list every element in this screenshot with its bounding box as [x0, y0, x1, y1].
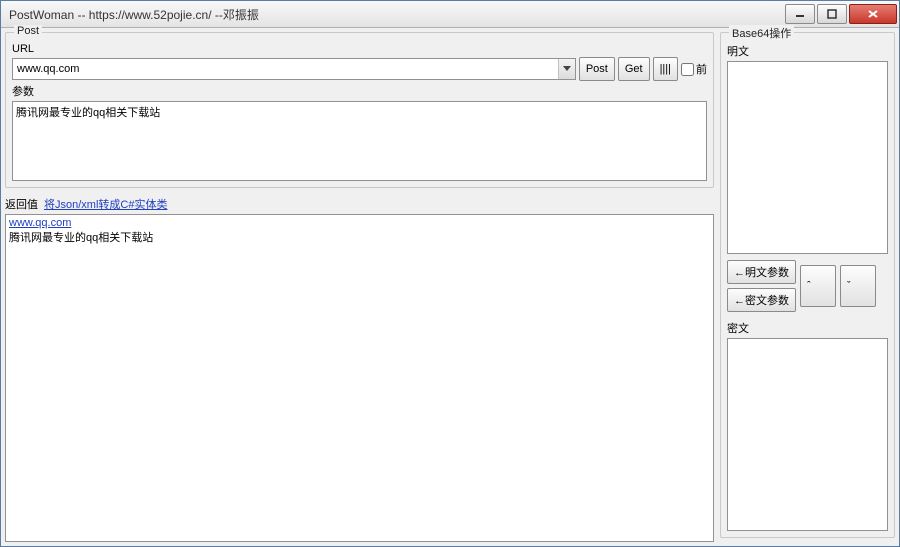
title-bar: PostWoman -- https://www.52pojie.cn/ --邓… — [1, 1, 899, 28]
post-button[interactable]: Post — [579, 57, 615, 81]
ciphertext-textarea[interactable] — [727, 338, 888, 531]
json-to-entity-link[interactable]: 将Json/xml转成C#实体类 — [44, 196, 167, 212]
url-dropdown-button[interactable] — [558, 59, 575, 79]
response-link[interactable]: www.qq.com — [9, 217, 71, 229]
url-combobox[interactable] — [12, 58, 576, 80]
minimize-icon — [795, 9, 805, 19]
front-checkbox[interactable] — [681, 63, 694, 76]
maximize-button[interactable] — [817, 4, 847, 24]
url-label: URL — [12, 43, 707, 55]
url-input[interactable] — [13, 59, 558, 79]
params-label: 参数 — [12, 83, 707, 99]
post-group-legend: Post — [14, 25, 42, 37]
decode-down-button[interactable]: ˇ — [840, 265, 876, 307]
plaintext-label: 明文 — [727, 43, 888, 59]
cipher-to-param-button[interactable]: ←密文参数 — [727, 288, 796, 312]
chevron-down-icon — [563, 66, 571, 72]
params-textarea[interactable]: 腾讯网最专业的qq相关下载站 — [12, 101, 707, 181]
response-text: 腾讯网最专业的qq相关下载站 — [9, 232, 153, 244]
close-icon — [867, 9, 879, 19]
return-label: 返回值 — [5, 196, 38, 212]
plaintext-textarea[interactable] — [727, 61, 888, 254]
base64-group-legend: Base64操作 — [729, 25, 794, 41]
window-title: PostWoman -- https://www.52pojie.cn/ --邓… — [1, 6, 259, 23]
minimize-button[interactable] — [785, 4, 815, 24]
post-group: Post URL Post Get |||| 前 — [5, 32, 714, 188]
base64-group: Base64操作 明文 ←明文参数 ←密文参数 ˆ ˇ 密文 — [720, 32, 895, 538]
response-textarea[interactable]: www.qq.com 腾讯网最专业的qq相关下载站 — [5, 214, 714, 542]
clear-button[interactable]: |||| — [653, 57, 678, 81]
params-text: 腾讯网最专业的qq相关下载站 — [16, 107, 160, 119]
front-checkbox-text: 前 — [696, 61, 707, 77]
get-button[interactable]: Get — [618, 57, 650, 81]
encode-up-button[interactable]: ˆ — [800, 265, 836, 307]
front-checkbox-label[interactable]: 前 — [681, 61, 707, 77]
ciphertext-label: 密文 — [727, 320, 888, 336]
close-button[interactable] — [849, 4, 897, 24]
maximize-icon — [827, 9, 837, 19]
plain-to-param-button[interactable]: ←明文参数 — [727, 260, 796, 284]
